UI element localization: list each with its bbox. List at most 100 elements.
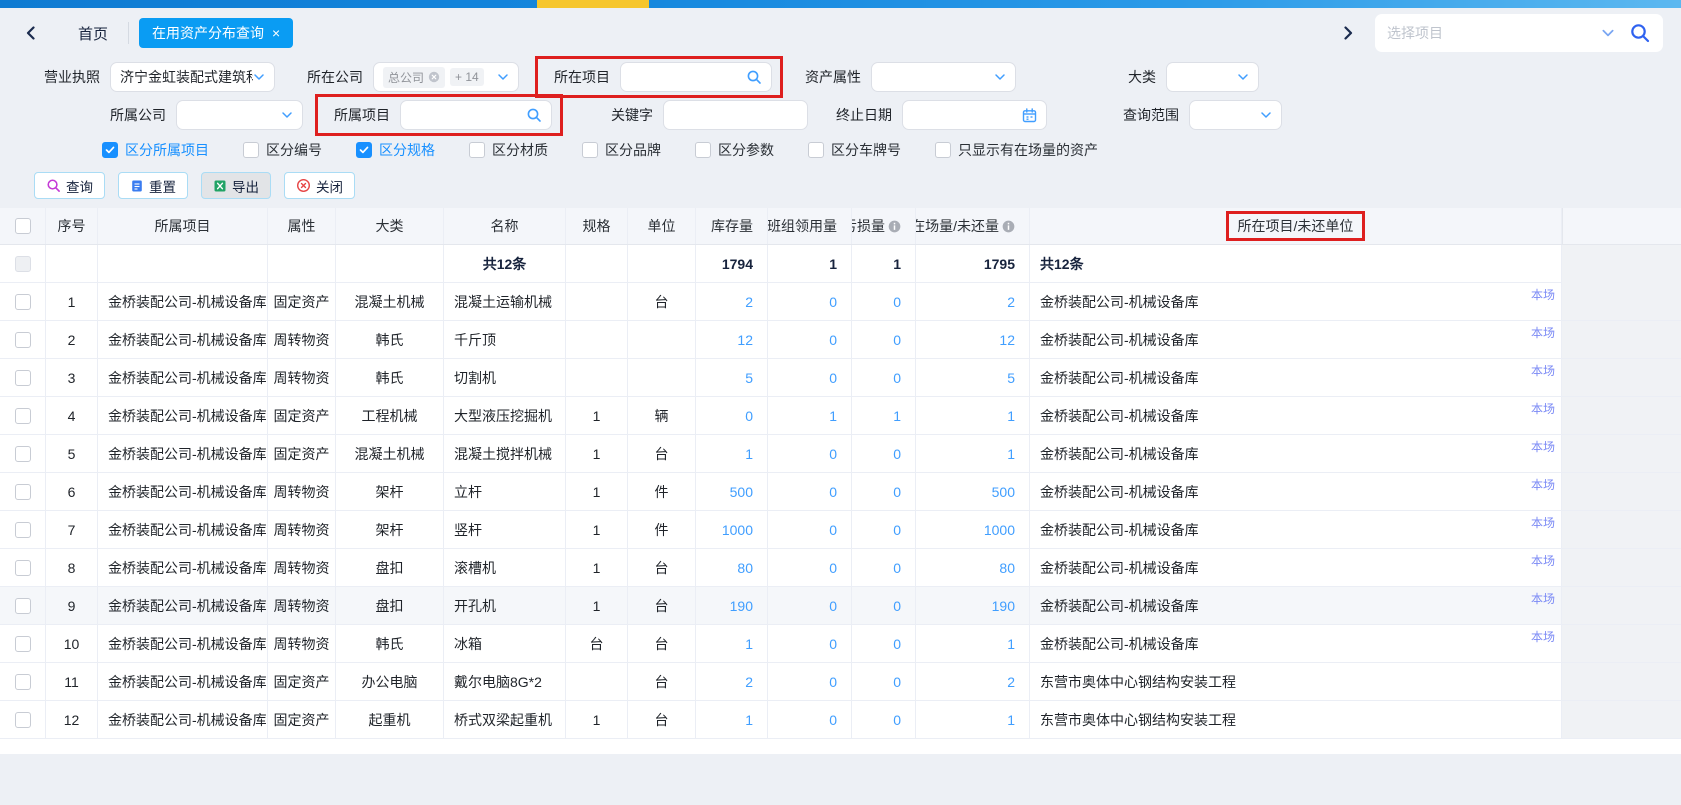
cell-onsite[interactable]: 2 [916, 283, 1030, 320]
cell-loss[interactable]: 0 [852, 625, 916, 662]
tag-close-icon[interactable] [428, 71, 440, 83]
row-checkbox[interactable] [15, 370, 31, 386]
cell-team[interactable]: 0 [768, 435, 852, 472]
export-button[interactable]: 导出 [201, 172, 271, 199]
cell-stock[interactable]: 190 [696, 587, 768, 624]
info-icon[interactable] [888, 220, 901, 233]
checkbox[interactable] [808, 142, 824, 158]
onsite-tag-link[interactable]: 本场 [1531, 514, 1555, 531]
cell-team[interactable]: 0 [768, 473, 852, 510]
search-icon[interactable] [526, 107, 542, 123]
checkbox[interactable] [695, 142, 711, 158]
tab-home[interactable]: 首页 [62, 23, 124, 44]
cell-onsite[interactable]: 500 [916, 473, 1030, 510]
row-checkbox[interactable] [15, 332, 31, 348]
keyword-field[interactable] [663, 100, 808, 130]
cell-onsite[interactable]: 80 [916, 549, 1030, 586]
row-checkbox[interactable] [15, 674, 31, 690]
row-checkbox[interactable] [15, 560, 31, 576]
end-date-input[interactable] [912, 102, 1022, 128]
tabs-forward-button[interactable] [1335, 20, 1361, 46]
cell-onsite[interactable]: 1 [916, 625, 1030, 662]
cell-onsite[interactable]: 1000 [916, 511, 1030, 548]
cell-onsite[interactable]: 5 [916, 359, 1030, 396]
cell-loss[interactable]: 0 [852, 435, 916, 472]
project-select[interactable]: 选择项目 [1375, 14, 1663, 52]
option-distinguish-brand[interactable]: 区分品牌 [582, 140, 661, 160]
option-only-onsite-assets[interactable]: 只显示有在场量的资产 [935, 140, 1098, 160]
cell-loss[interactable]: 0 [852, 663, 916, 700]
onsite-tag-link[interactable]: 本场 [1531, 438, 1555, 455]
cell-onsite[interactable]: 1 [916, 397, 1030, 434]
tabs-back-button[interactable] [18, 20, 44, 46]
search-icon[interactable] [1629, 22, 1651, 44]
reset-button[interactable]: 重置 [118, 172, 188, 199]
tab-active[interactable]: 在用资产分布查询 × [139, 18, 293, 48]
calendar-icon[interactable] [1022, 108, 1037, 123]
row-checkbox[interactable] [15, 408, 31, 424]
option-distinguish-parameter[interactable]: 区分参数 [695, 140, 774, 160]
cell-stock[interactable]: 1 [696, 625, 768, 662]
option-distinguish-spec[interactable]: 区分规格 [356, 140, 435, 160]
onsite-tag-link[interactable]: 本场 [1531, 590, 1555, 607]
checkbox[interactable] [582, 142, 598, 158]
end-date-field[interactable] [902, 100, 1047, 130]
cell-team[interactable]: 0 [768, 701, 852, 738]
owner-project-input[interactable] [410, 102, 526, 128]
checkbox[interactable] [243, 142, 259, 158]
onsite-tag-link[interactable]: 本场 [1531, 628, 1555, 645]
option-distinguish-number[interactable]: 区分编号 [243, 140, 322, 160]
cell-team[interactable]: 0 [768, 549, 852, 586]
owner-company-select[interactable] [176, 100, 303, 130]
cell-loss[interactable]: 0 [852, 359, 916, 396]
query-scope-select[interactable] [1189, 100, 1282, 130]
located-project-search[interactable] [620, 62, 772, 92]
cell-loss[interactable]: 0 [852, 587, 916, 624]
cell-loss[interactable]: 0 [852, 321, 916, 358]
cell-team[interactable]: 0 [768, 511, 852, 548]
located-company-multiselect[interactable]: 总公司 + 14 [373, 62, 519, 92]
cell-stock[interactable]: 2 [696, 663, 768, 700]
cell-stock[interactable]: 12 [696, 321, 768, 358]
business-license-select[interactable]: 济宁金虹装配式建筑科技 [110, 62, 275, 92]
owner-project-search[interactable] [400, 100, 552, 130]
cell-team[interactable]: 1 [768, 397, 852, 434]
cell-onsite[interactable]: 190 [916, 587, 1030, 624]
located-project-input[interactable] [630, 64, 746, 90]
cell-loss[interactable]: 0 [852, 549, 916, 586]
cell-stock[interactable]: 500 [696, 473, 768, 510]
option-distinguish-material[interactable]: 区分材质 [469, 140, 548, 160]
cell-team[interactable]: 0 [768, 587, 852, 624]
cell-loss[interactable]: 0 [852, 283, 916, 320]
cell-team[interactable]: 0 [768, 359, 852, 396]
checkbox[interactable] [469, 142, 485, 158]
search-icon[interactable] [746, 69, 762, 85]
checkbox[interactable] [102, 142, 118, 158]
major-category-select[interactable] [1166, 62, 1259, 92]
row-checkbox[interactable] [15, 712, 31, 728]
query-button[interactable]: 查询 [34, 172, 105, 199]
onsite-tag-link[interactable]: 本场 [1531, 400, 1555, 417]
row-checkbox[interactable] [15, 598, 31, 614]
cell-loss[interactable]: 0 [852, 511, 916, 548]
cell-stock[interactable]: 2 [696, 283, 768, 320]
checkbox[interactable] [356, 142, 372, 158]
cell-stock[interactable]: 0 [696, 397, 768, 434]
cell-team[interactable]: 0 [768, 663, 852, 700]
row-checkbox[interactable] [15, 484, 31, 500]
checkbox[interactable] [935, 142, 951, 158]
cell-loss[interactable]: 0 [852, 473, 916, 510]
onsite-tag-link[interactable]: 本场 [1531, 286, 1555, 303]
option-distinguish-plate-number[interactable]: 区分车牌号 [808, 140, 901, 160]
close-button[interactable]: 关闭 [284, 172, 355, 199]
row-checkbox[interactable] [15, 522, 31, 538]
onsite-tag-link[interactable]: 本场 [1531, 552, 1555, 569]
select-all-checkbox[interactable] [15, 218, 31, 234]
keyword-input[interactable] [673, 102, 798, 128]
cell-team[interactable]: 0 [768, 283, 852, 320]
tab-close-icon[interactable]: × [272, 26, 280, 40]
cell-onsite[interactable]: 2 [916, 663, 1030, 700]
cell-stock[interactable]: 1 [696, 435, 768, 472]
cell-stock[interactable]: 5 [696, 359, 768, 396]
cell-stock[interactable]: 1000 [696, 511, 768, 548]
